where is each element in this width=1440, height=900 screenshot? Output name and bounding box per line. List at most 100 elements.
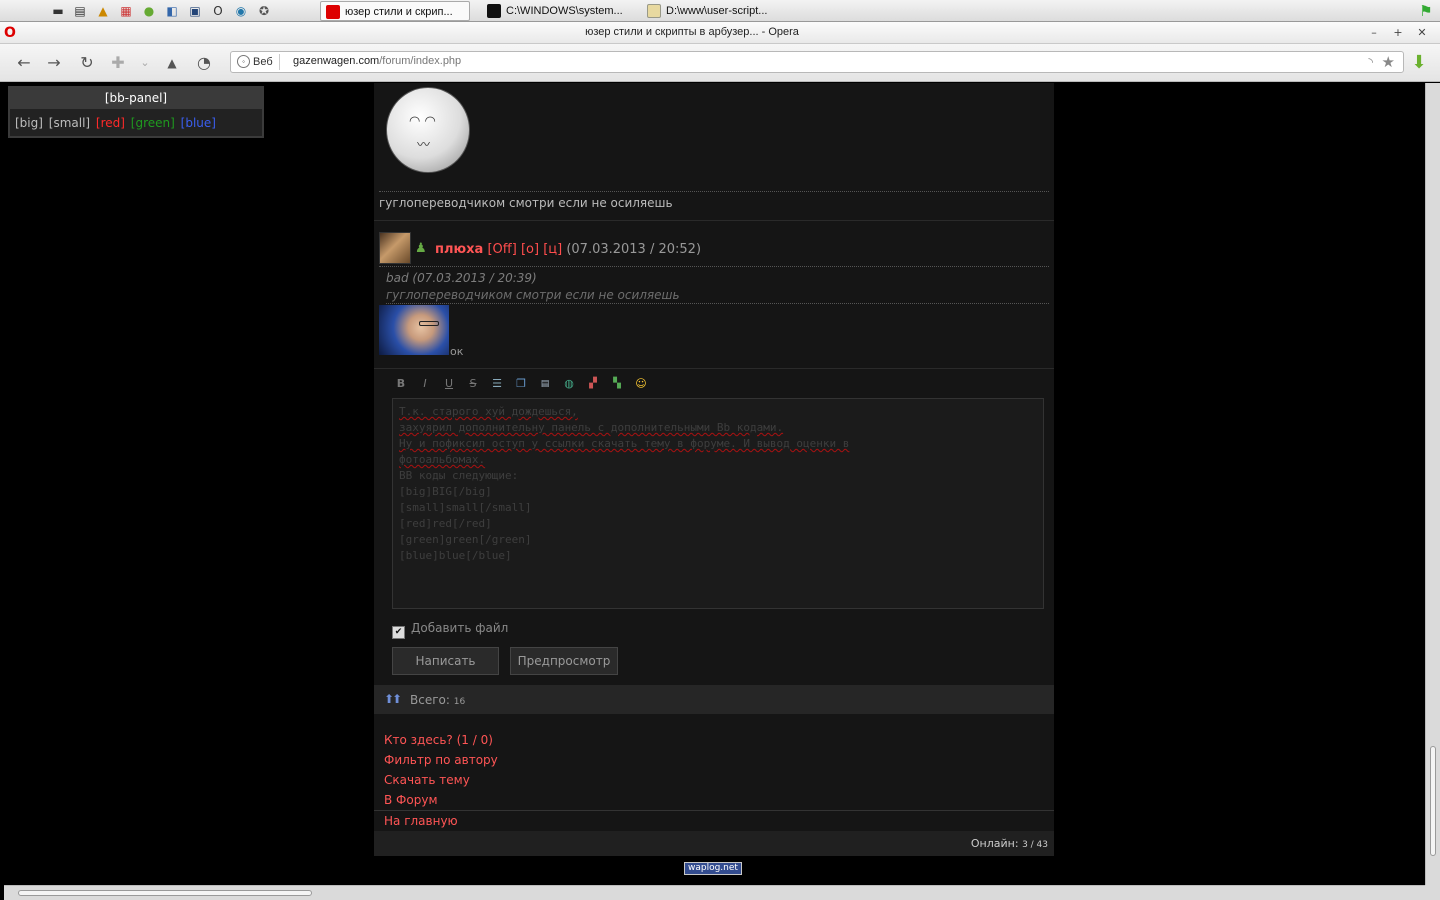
- forward-button[interactable]: →: [44, 54, 64, 74]
- scroll-top-icon[interactable]: ⬆⬆: [384, 692, 402, 706]
- download-icon[interactable]: ⬇: [1408, 52, 1430, 74]
- attach-file-option[interactable]: ✔ Добавить файл: [392, 621, 508, 639]
- url-domain: gazenwagen.com: [293, 55, 380, 67]
- forum-content: ◠ ◠ 〰 гуглопереводчиком смотри если не о…: [374, 83, 1054, 856]
- bb-panel: [bb-panel] [big] [small] [red] [green] […: [8, 86, 264, 138]
- opera-icon[interactable]: O: [210, 3, 226, 19]
- minimize-button[interactable]: –: [1366, 25, 1382, 41]
- warning-app-icon[interactable]: ▲: [95, 3, 111, 19]
- total-bar: ⬆⬆ Всего: 16: [374, 685, 1054, 714]
- author-name-link[interactable]: плюха: [435, 242, 483, 257]
- taskbar-item-cmd[interactable]: C:\WINDOWS\system...: [482, 1, 632, 21]
- total-label: Всего:: [410, 693, 450, 707]
- close-button[interactable]: ✕: [1414, 25, 1430, 41]
- underline-icon[interactable]: U: [440, 375, 458, 393]
- address-bar[interactable]: ◦ Веб gazenwagen.com/forum/index.php ◝ ★: [230, 51, 1404, 73]
- home-button[interactable]: ▲: [162, 54, 182, 74]
- link-icon[interactable]: ◍: [560, 375, 578, 393]
- list-icon[interactable]: ☰: [488, 375, 506, 393]
- message-line: [blue]blue[/blue]: [399, 549, 512, 562]
- copy-icon[interactable]: ❐: [512, 375, 530, 393]
- quote-button[interactable]: [ц]: [543, 242, 562, 257]
- taskbar-item-editor[interactable]: D:\www\user-script...: [642, 1, 792, 21]
- notepad-app-icon[interactable]: ◧: [164, 3, 180, 19]
- download-topic-link[interactable]: Скачать тему: [384, 773, 470, 787]
- post-body: ок: [450, 345, 464, 358]
- horizontal-scrollbar[interactable]: [4, 885, 1425, 900]
- window-title: юзер стили и скрипты в арбузер... - Oper…: [585, 26, 799, 38]
- plugin-app-icon[interactable]: ●: [141, 3, 157, 19]
- user-icon: ♟: [415, 241, 427, 256]
- bold-icon[interactable]: B: [392, 375, 410, 393]
- online-label: Онлайн:: [970, 837, 1019, 850]
- divider: [379, 266, 1049, 267]
- message-line: фотоальбомах.: [399, 453, 486, 466]
- maximize-button[interactable]: +: [1390, 25, 1406, 41]
- reply-button[interactable]: [о]: [521, 242, 539, 257]
- site-info-badge[interactable]: ◦ Веб: [235, 54, 280, 70]
- message-line: [green]green[/green]: [399, 533, 532, 546]
- forum-link[interactable]: В Форум: [384, 793, 438, 807]
- previous-post-text: гуглопереводчиком смотри если не осиляеш…: [379, 196, 673, 210]
- color-icon[interactable]: ▞: [584, 375, 602, 393]
- scroll-thumb[interactable]: [18, 890, 312, 896]
- message-line: [small]small[/small]: [399, 501, 532, 514]
- filter-author-link[interactable]: Фильтр по автору: [384, 753, 498, 767]
- reload-button[interactable]: ↻: [77, 54, 97, 74]
- quote-author: bad (07.03.2013 / 20:39): [386, 271, 537, 285]
- avatar[interactable]: [379, 232, 411, 264]
- speed-dial-icon[interactable]: ◔: [194, 54, 214, 74]
- os-taskbar: ▬ ▤ ▲ ▦ ● ◧ ▣ O ◉ ✪ юзер стили и скрип..…: [0, 0, 1440, 22]
- browser-icon[interactable]: ◉: [233, 3, 249, 19]
- window-titlebar: O юзер стили и скрипты в арбузер... - Op…: [0, 22, 1440, 44]
- scroll-thumb[interactable]: [1430, 746, 1436, 856]
- attach-file-checkbox[interactable]: ✔: [392, 626, 405, 639]
- total-count: 16: [453, 697, 466, 707]
- clapperboard-icon[interactable]: ▤: [72, 3, 88, 19]
- monitor-icon[interactable]: ▣: [187, 3, 203, 19]
- strike-icon[interactable]: S: [464, 375, 482, 393]
- star-icon[interactable]: ★: [1382, 53, 1395, 71]
- vertical-scrollbar[interactable]: [1425, 83, 1440, 885]
- submit-button[interactable]: Написать: [392, 647, 499, 675]
- color2-icon[interactable]: ▚: [608, 375, 626, 393]
- bb-green-button[interactable]: [green]: [131, 116, 175, 130]
- code-icon[interactable]: ▤: [536, 375, 554, 393]
- online-count: 3 / 43: [1022, 840, 1048, 850]
- taskbar-item-opera[interactable]: юзер стили и скрип...: [320, 1, 470, 21]
- back-button[interactable]: ←: [14, 54, 34, 74]
- divider: [386, 303, 1049, 304]
- home-link[interactable]: На главную: [384, 814, 458, 828]
- who-here-link[interactable]: Кто здесь? (1 / 0): [384, 733, 493, 747]
- folder-icon[interactable]: ▬: [50, 3, 66, 19]
- message-textarea[interactable]: Т.к. старого хуй дождешься, захуярил допо…: [392, 398, 1044, 609]
- compass-icon[interactable]: ✪: [256, 3, 272, 19]
- post-date: (07.03.2013 / 20:52): [566, 242, 702, 257]
- bb-blue-button[interactable]: [blue]: [181, 116, 216, 130]
- bb-small-button[interactable]: [small]: [49, 116, 90, 130]
- opera-icon: [326, 5, 340, 19]
- smiley-icon[interactable]: ☺: [632, 375, 650, 393]
- preview-button[interactable]: Предпросмотр: [510, 647, 618, 675]
- italic-icon[interactable]: I: [416, 375, 434, 393]
- bb-red-button[interactable]: [red]: [96, 116, 125, 130]
- url-text[interactable]: gazenwagen.com/forum/index.php: [293, 55, 461, 67]
- taskbar-item-label: D:\www\user-script...: [666, 5, 768, 17]
- message-line: захуярил дополнительну панель с дополнит…: [399, 421, 784, 434]
- message-line: Т.к. старого хуй дождешься,: [399, 405, 578, 418]
- counter-badge[interactable]: waplog.net: [684, 862, 742, 875]
- chevron-down-icon[interactable]: ⌄: [135, 54, 155, 74]
- bb-big-button[interactable]: [big]: [15, 116, 43, 130]
- flag-icon[interactable]: ⚑: [1418, 3, 1434, 19]
- divider: [374, 810, 1054, 811]
- divider: [374, 368, 1054, 369]
- scrollbar-corner: [1425, 885, 1440, 900]
- attach-file-label: Добавить файл: [411, 621, 509, 635]
- notepad-icon: [647, 4, 661, 18]
- site-info-label: Веб: [253, 56, 273, 68]
- who-here-label: Кто здесь?: [384, 733, 453, 747]
- add-tab-button[interactable]: ✚: [108, 54, 128, 74]
- post-image: [379, 305, 449, 355]
- calendar-app-icon[interactable]: ▦: [118, 3, 134, 19]
- rss-icon[interactable]: ◝: [1368, 55, 1373, 69]
